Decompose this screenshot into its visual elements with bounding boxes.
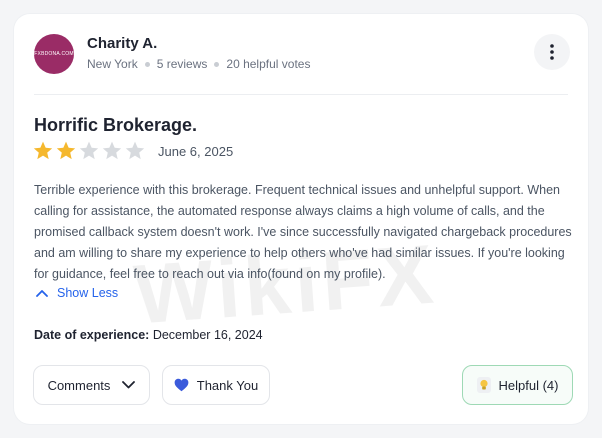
helpful-button[interactable]: Helpful (4) [462,365,573,405]
lightbulb-icon [476,377,491,393]
star-filled-icon [55,140,77,162]
star-rating [32,140,147,162]
more-vertical-icon [550,44,554,60]
experience-date: December 16, 2024 [152,328,263,342]
reviewer-header: FXBDONA.COM Charity A. New York 5 review… [34,34,570,74]
chevron-down-icon [122,381,136,389]
review-title: Horrific Brokerage. [34,115,198,135]
review-card: WikiFX FXBDONA.COM Charity A. New York 5… [14,14,588,424]
thank-you-button[interactable]: Thank You [162,365,270,405]
experience-label: Date of experience: [34,328,150,342]
reviewer-reviews-count: 5 reviews [156,57,208,71]
date-of-experience: Date of experience: December 16, 2024 [34,328,263,342]
star-empty-icon [78,140,100,162]
reviewer-name[interactable]: Charity A. [87,35,157,52]
separator-dot [214,61,220,67]
star-filled-icon [32,140,54,162]
show-less-link[interactable]: Show Less [36,286,118,300]
chevron-up-icon [36,289,57,297]
show-less-label: Show Less [57,286,119,300]
star-empty-icon [101,140,123,162]
review-date: June 6, 2025 [158,144,234,159]
reviewer-meta: New York 5 reviews 20 helpful votes [87,57,310,71]
star-empty-icon [124,140,146,162]
reviewer-location: New York [87,57,138,71]
review-body: Terrible experience with this brokerage.… [34,183,572,281]
heart-icon [174,378,189,392]
comments-button[interactable]: Comments [33,365,150,405]
comments-label: Comments [47,377,111,393]
separator-dot [144,61,150,67]
divider [34,94,568,95]
helpful-label: Helpful (4) [498,377,559,393]
avatar[interactable]: FXBDONA.COM [34,34,74,74]
more-options-button[interactable] [534,34,570,70]
thank-you-label: Thank You [196,377,259,393]
reviewer-helpful-votes: 20 helpful votes [226,57,311,71]
